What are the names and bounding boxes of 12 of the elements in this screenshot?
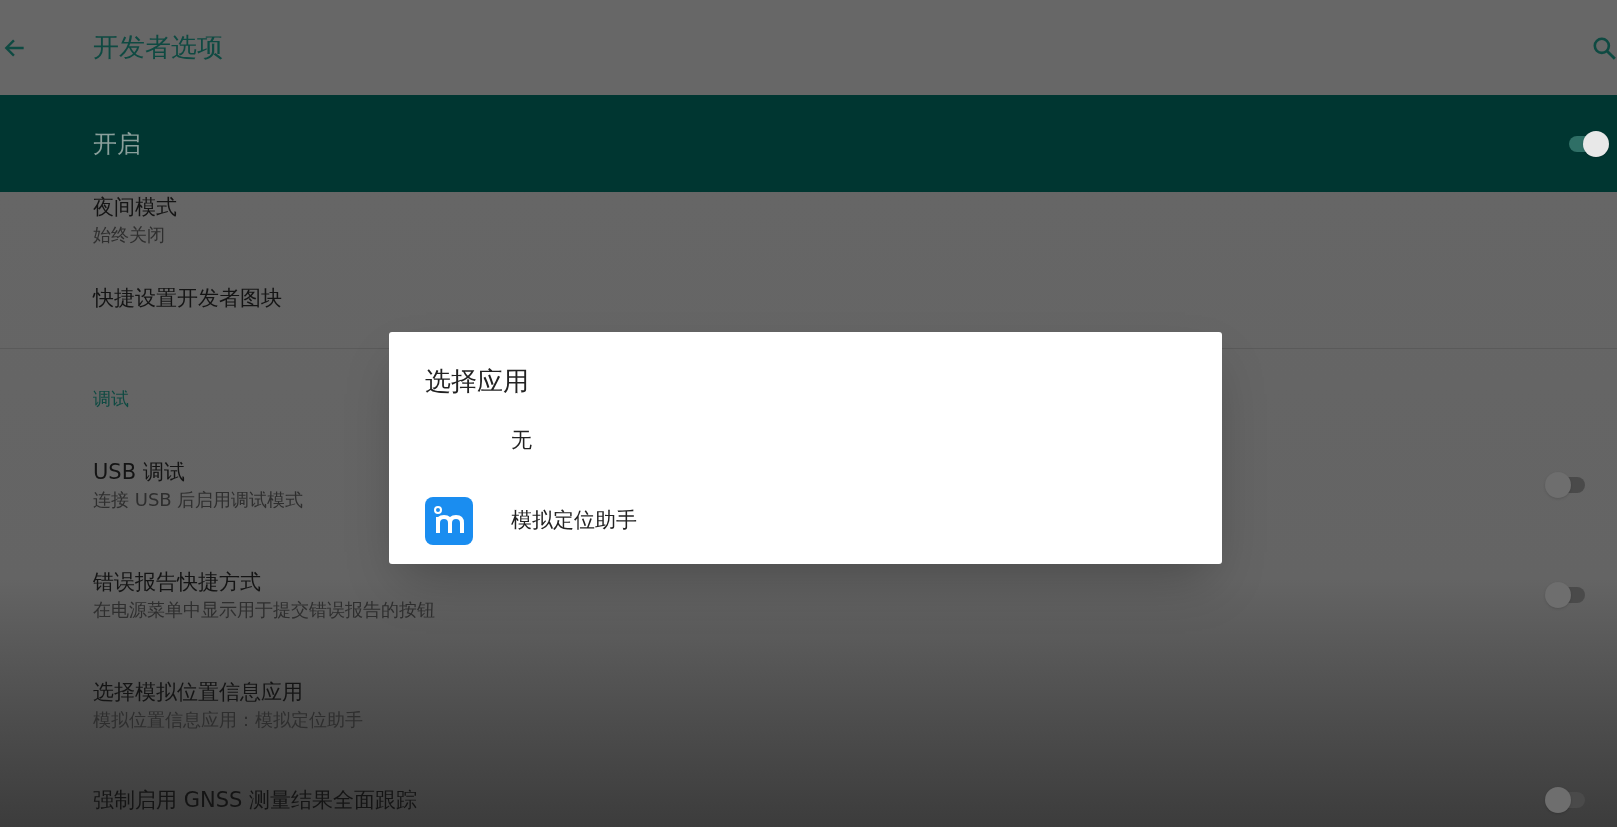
setting-title: 快捷设置开发者图块 [93,285,282,312]
dialog-title: 选择应用 [425,365,530,398]
setting-title: USB 调试 [93,459,185,486]
option-label: 模拟定位助手 [511,507,637,535]
setting-title: 夜间模式 [93,194,177,221]
option-label: 无 [511,427,532,455]
setting-title: 错误报告快捷方式 [93,569,261,596]
master-switch-label: 开启 [93,128,142,160]
setting-summary: 始终关闭 [93,223,165,247]
section-header: 调试 [93,388,129,409]
page-title: 开发者选项 [93,31,223,64]
setting-title: 选择模拟位置信息应用 [93,679,303,706]
